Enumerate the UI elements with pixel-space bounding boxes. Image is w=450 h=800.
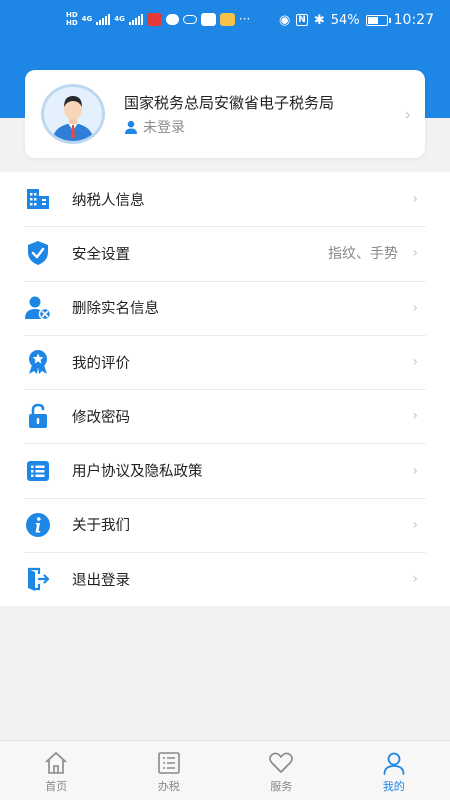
menu-item-label: 退出登录 [72, 572, 130, 589]
bottom-tab-bar: 首页 办税 服务 我的 [0, 740, 450, 800]
user-remove-icon [24, 294, 52, 322]
status-bar: HD HD 4G 4G ··· ◉ N ✱ 54% 10:27 [0, 0, 450, 40]
clock: 10:27 [393, 12, 434, 28]
bluetooth-icon: ✱ [313, 12, 325, 28]
building-icon [24, 185, 52, 213]
menu-item-label: 关于我们 [72, 518, 130, 535]
shield-check-icon [24, 239, 52, 267]
signal-icon [96, 13, 111, 25]
profile-title: 国家税务总局安徽省电子税务局 [124, 94, 335, 112]
chevron-right-icon: › [412, 191, 418, 208]
menu-item-label: 用户协议及隐私政策 [72, 464, 203, 481]
list-doc-icon [157, 752, 180, 774]
tab-service[interactable]: 服务 [225, 741, 338, 800]
home-icon [45, 752, 67, 774]
hd-indicator: HD HD [66, 11, 78, 27]
battery-icon [365, 14, 391, 26]
menu-item-label: 纳税人信息 [72, 192, 145, 209]
menu-item-about-us[interactable]: 关于我们 › [0, 497, 450, 552]
login-status[interactable]: 未登录 [124, 117, 185, 137]
info-icon [24, 511, 52, 539]
chevron-right-icon: › [412, 245, 418, 262]
tab-tax-services[interactable]: 办税 [113, 741, 226, 800]
chevron-right-icon: › [412, 299, 418, 316]
battery-percent: 54% [330, 12, 360, 28]
notification-app-icon [146, 12, 162, 26]
user-avatar-icon [44, 87, 102, 141]
avatar [41, 84, 105, 144]
tab-label: 首页 [45, 780, 68, 793]
user-icon [125, 120, 137, 134]
menu-item-label: 修改密码 [72, 409, 130, 426]
chat-bubble-icon [165, 13, 179, 25]
menu-item-label: 安全设置 [72, 246, 130, 263]
login-status-text: 未登录 [143, 120, 185, 136]
chevron-right-icon: › [412, 462, 418, 479]
tab-label: 我的 [382, 780, 405, 793]
chevron-right-icon: › [412, 408, 418, 425]
network-type-2: 4G [114, 15, 125, 23]
menu-item-change-password[interactable]: 修改密码 › [0, 389, 450, 443]
eye-comfort-icon: ◉ [278, 12, 291, 28]
chevron-right-icon: › [412, 571, 418, 588]
menu-item-taxpayer-info[interactable]: 纳税人信息 › [0, 172, 450, 226]
more-notifications-icon: ··· [238, 12, 251, 26]
tab-mine[interactable]: 我的 [338, 741, 450, 800]
chevron-right-icon: › [412, 516, 418, 533]
status-left-icons: HD HD 4G 4G ··· [66, 11, 250, 27]
network-type: 4G [81, 15, 93, 23]
status-right-icons: ◉ N ✱ 54% 10:27 [279, 12, 434, 28]
tab-label: 办税 [157, 780, 180, 793]
signal-icon-2 [128, 13, 143, 25]
menu-item-user-agreement[interactable]: 用户协议及隐私政策 › [0, 443, 450, 497]
menu-item-label: 我的评价 [72, 355, 130, 372]
profile-card[interactable]: 国家税务总局安徽省电子税务局 未登录 › [25, 70, 425, 158]
menu-item-value: 指纹、手势 [328, 246, 398, 263]
menu-item-delete-real-name-info[interactable]: 删除实名信息 › [0, 280, 450, 335]
list-icon [24, 457, 52, 485]
lock-icon [24, 402, 52, 430]
chevron-right-icon: › [412, 354, 418, 371]
settings-menu: 纳税人信息 › 安全设置 指纹、手势 › 删除实名信息 › 我的评价 › 修改密… [0, 172, 450, 607]
heart-icon [269, 752, 294, 773]
notification-app-icon-3 [219, 12, 235, 26]
notification-app-icon-2 [200, 12, 216, 26]
menu-item-security-settings[interactable]: 安全设置 指纹、手势 › [0, 226, 450, 280]
chevron-right-icon: › [404, 105, 411, 124]
nfc-icon: N [296, 14, 308, 26]
exit-door-icon [24, 565, 52, 593]
menu-item-label: 删除实名信息 [72, 301, 159, 318]
tab-label: 服务 [270, 780, 293, 793]
cloud-icon [182, 14, 197, 24]
menu-item-logout[interactable]: 退出登录 › [0, 552, 450, 606]
person-icon [383, 752, 405, 775]
tab-home[interactable]: 首页 [0, 741, 113, 800]
badge-star-icon [24, 348, 52, 376]
menu-item-my-reviews[interactable]: 我的评价 › [0, 334, 450, 389]
